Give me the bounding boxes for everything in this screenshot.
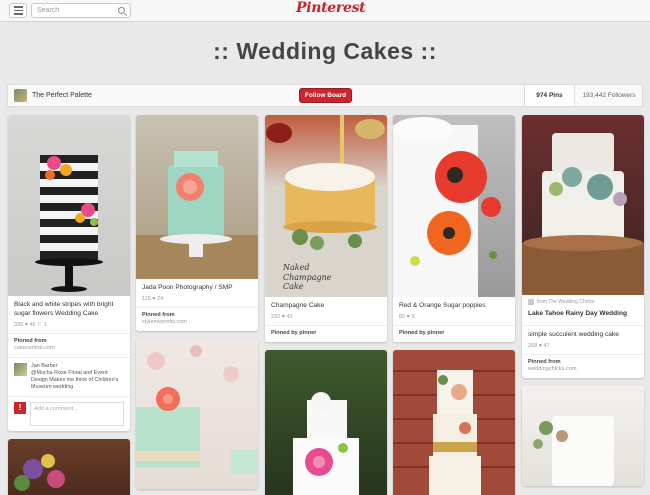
pin-image[interactable] [265, 350, 387, 495]
pin-card[interactable] [522, 386, 644, 487]
menu-icon[interactable] [9, 3, 27, 18]
board-title: :: Wedding Cakes :: [213, 38, 437, 64]
pin-card[interactable] [136, 339, 258, 490]
pin-source-link[interactable]: stylemepretty.com [142, 319, 187, 325]
pin-column-5: from The Wedding Chicks Lake Tahoe Rainy… [522, 115, 644, 494]
pinned-by: Pinned by pinner [393, 324, 515, 342]
pin-comment: Jan Barber @Mocha Rose Floral and Event … [8, 357, 130, 396]
follow-board-button[interactable]: Follow Board [299, 88, 352, 103]
board-info-bar: The Perfect Palette Follow Board 974 Pin… [7, 84, 643, 107]
pinned-from: Pinned from stylemepretty.com [136, 306, 258, 332]
pin-description: Jada Poon Photography / SMP [142, 284, 233, 291]
owner-avatar[interactable] [14, 89, 27, 102]
pin-from-text[interactable]: from The Wedding Chicks [537, 299, 594, 305]
pin-image[interactable] [393, 350, 515, 495]
pin-image[interactable] [393, 115, 515, 297]
pin-image[interactable] [522, 386, 644, 487]
pin-description: Red & Orange Sugar poppies [399, 302, 486, 309]
search-input[interactable]: Search [31, 3, 131, 18]
search-placeholder: Search [37, 7, 60, 14]
pin-image[interactable] [8, 115, 130, 296]
pin-from: from The Wedding Chicks [522, 295, 644, 305]
source-icon [528, 299, 534, 305]
pinned-from: Pinned from cakecentral.com [8, 332, 130, 358]
white-floral-cake-image [533, 416, 614, 487]
pin-description: Black and white stripes with bright suga… [14, 301, 114, 317]
comment-input[interactable]: Add a comment... [30, 402, 124, 427]
pin-source-link[interactable]: cakecentral.com [14, 345, 55, 351]
pin-card[interactable]: from The Wedding Chicks Lake Tahoe Rainy… [522, 115, 644, 379]
image-caption: Naked Champagne Cake [283, 263, 332, 292]
pin-image[interactable] [136, 339, 258, 490]
pinned-from: Pinned from weddingchicks.com [522, 353, 644, 379]
commenter-avatar[interactable] [14, 363, 27, 377]
pin-image[interactable] [522, 115, 644, 295]
pin-column-2: Jada Poon Photography / SMP 115 ♥ 24 Pin… [136, 115, 258, 495]
pinned-from-label: Pinned from [14, 337, 47, 344]
pin-card[interactable] [265, 350, 387, 495]
pin-description: Champagne Cake [271, 302, 325, 309]
pinned-by: Pinned by pinner [265, 324, 387, 342]
flower-cake-image [14, 454, 65, 492]
pin-title: Lake Tahoe Rainy Day Wedding [528, 310, 628, 317]
pin-card[interactable]: Jada Poon Photography / SMP 115 ♥ 24 Pin… [136, 115, 258, 332]
pinned-by-label[interactable]: Pinned by pinner [271, 330, 316, 336]
pin-image[interactable] [136, 115, 258, 279]
top-bar: Search Pinterest [0, 0, 650, 22]
comment-text: @Mocha Rose Floral and Event Design Make… [31, 370, 119, 391]
pinned-from-label: Pinned from [528, 358, 561, 365]
pin-stats: 335 ♥ 46 ⚐ 1 [14, 321, 47, 328]
pin-description: simple succulent wedding cake [522, 324, 644, 342]
poppy-cake-image [393, 117, 501, 297]
search-icon[interactable] [118, 7, 125, 14]
mint-cake-image [136, 151, 258, 279]
pins-count[interactable]: 974 Pins [524, 85, 574, 106]
comment-author[interactable]: Jan Barber [31, 363, 57, 369]
floral-white-cake-image [293, 392, 359, 495]
pin-source-link[interactable]: weddingchicks.com [528, 366, 577, 372]
pin-column-3: Naked Champagne Cake Champagne Cake 232 … [265, 115, 387, 495]
striped-cake-image [35, 155, 103, 292]
mint-rose-cake-image [136, 345, 258, 475]
pin-card[interactable]: Black and white stripes with bright suga… [8, 115, 130, 432]
pin-stats: 268 ♥ 47 [528, 342, 550, 349]
pin-image[interactable] [8, 439, 130, 495]
pin-stats: 65 ♥ 9 [399, 313, 415, 320]
pin-card[interactable]: Red & Orange Sugar poppies 65 ♥ 9 Pinned… [393, 115, 515, 343]
succulent-cake-image [522, 133, 644, 295]
pin-stats: 115 ♥ 24 [142, 295, 164, 302]
pin-card[interactable] [8, 439, 130, 495]
user-avatar-icon: ! [14, 402, 26, 415]
pinned-by-label[interactable]: Pinned by pinner [399, 330, 444, 336]
pin-image[interactable]: Naked Champagne Cake [265, 115, 387, 297]
brick-wall-cake-image [393, 370, 515, 495]
pinned-from-label: Pinned from [142, 311, 175, 318]
add-comment: ! Add a comment... [8, 396, 130, 431]
pin-card[interactable]: Naked Champagne Cake Champagne Cake 232 … [265, 115, 387, 343]
board-owner[interactable]: The Perfect Palette [32, 92, 92, 99]
pinterest-logo[interactable]: Pinterest [296, 0, 366, 16]
pin-stats: 232 ♥ 42 [271, 313, 293, 320]
pin-column-1: Black and white stripes with bright suga… [8, 115, 130, 495]
pin-column-4: Red & Orange Sugar poppies 65 ♥ 9 Pinned… [393, 115, 515, 495]
pin-card[interactable] [393, 350, 515, 495]
followers-count[interactable]: 193,442 Followers [574, 85, 643, 106]
